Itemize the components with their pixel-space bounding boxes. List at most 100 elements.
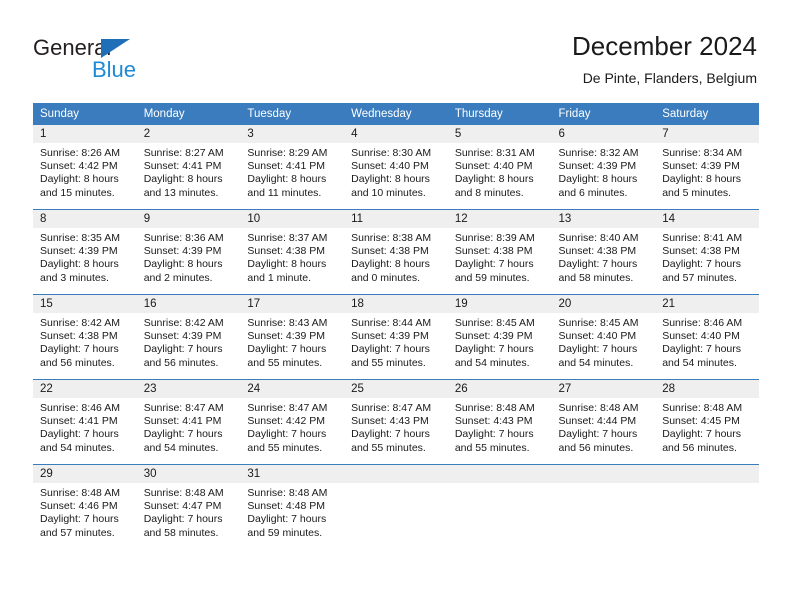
day-cell-inner: 12 Sunrise: 8:39 AM Sunset: 4:38 PM Dayligh… bbox=[447, 210, 552, 294]
day-number: 27 bbox=[551, 380, 656, 398]
calendar-day-cell[interactable]: 3 Sunrise: 8:29 AM Sunset: 4:41 PM Daylight… bbox=[240, 125, 345, 210]
calendar-day-cell[interactable] bbox=[344, 464, 448, 549]
calendar-day-cell[interactable]: 31 Sunrise: 8:48 AM Sunset: 4:48 PM Dayligh… bbox=[240, 464, 345, 549]
day-number: 20 bbox=[551, 295, 656, 313]
calendar-day-cell[interactable]: 8 Sunrise: 8:35 AM Sunset: 4:39 PM Daylight… bbox=[33, 209, 137, 295]
calendar-day-cell[interactable]: 12 Sunrise: 8:39 AM Sunset: 4:38 PM Dayligh… bbox=[447, 209, 552, 295]
calendar-day-cell[interactable]: 24 Sunrise: 8:47 AM Sunset: 4:42 PM Dayligh… bbox=[240, 379, 345, 465]
daylight-text-line1: Daylight: 8 hours bbox=[40, 258, 119, 271]
calendar-day-cell[interactable]: 25 Sunrise: 8:47 AM Sunset: 4:43 PM Dayligh… bbox=[344, 379, 448, 465]
day-cell-inner: 14 Sunrise: 8:41 AM Sunset: 4:38 PM Dayligh… bbox=[655, 210, 759, 294]
daylight-text-line1: Daylight: 7 hours bbox=[454, 258, 534, 271]
day-details: Sunrise: 8:30 AM Sunset: 4:40 PM Daylight:… bbox=[344, 143, 448, 200]
calendar-day-cell[interactable]: 19 Sunrise: 8:45 AM Sunset: 4:39 PM Dayligh… bbox=[447, 294, 552, 380]
logo-triangle-icon bbox=[101, 39, 130, 58]
daylight-text-line1: Daylight: 7 hours bbox=[40, 513, 119, 526]
calendar-day-cell[interactable]: 17 Sunrise: 8:43 AM Sunset: 4:39 PM Dayligh… bbox=[240, 294, 345, 380]
calendar-day-cell[interactable]: 13 Sunrise: 8:40 AM Sunset: 4:38 PM Dayligh… bbox=[551, 209, 656, 295]
calendar-day-cell[interactable]: 11 Sunrise: 8:38 AM Sunset: 4:38 PM Dayligh… bbox=[344, 209, 448, 295]
calendar-day-cell[interactable] bbox=[655, 464, 759, 549]
calendar-day-cell[interactable]: 20 Sunrise: 8:45 AM Sunset: 4:40 PM Dayligh… bbox=[551, 294, 656, 380]
weekday-header-thursday: Thursday bbox=[447, 103, 552, 125]
calendar-day-cell[interactable]: 23 Sunrise: 8:47 AM Sunset: 4:41 PM Dayligh… bbox=[136, 379, 241, 465]
calendar-page: General Blue December 2024 De Pinte, Fla… bbox=[0, 0, 792, 612]
day-cell-inner bbox=[344, 465, 448, 549]
daylight-text-line1: Daylight: 7 hours bbox=[662, 428, 742, 441]
day-cell-inner: 21 Sunrise: 8:46 AM Sunset: 4:40 PM Dayligh… bbox=[655, 295, 759, 379]
day-details: Sunrise: 8:48 AM Sunset: 4:46 PM Daylight:… bbox=[33, 483, 137, 540]
sunset-text: Sunset: 4:38 PM bbox=[662, 245, 740, 258]
general-blue-logo: General Blue bbox=[33, 36, 223, 84]
calendar-day-cell[interactable]: 5 Sunrise: 8:31 AM Sunset: 4:40 PM Daylight… bbox=[447, 125, 552, 210]
day-details: Sunrise: 8:43 AM Sunset: 4:39 PM Daylight:… bbox=[240, 313, 344, 370]
calendar-day-cell[interactable]: 6 Sunrise: 8:32 AM Sunset: 4:39 PM Daylight… bbox=[551, 125, 656, 210]
sunrise-text: Sunrise: 8:48 AM bbox=[40, 487, 120, 499]
sunset-text: Sunset: 4:41 PM bbox=[143, 415, 222, 428]
sunset-text: Sunset: 4:47 PM bbox=[143, 500, 222, 513]
daylight-text-line2: and 57 minutes. bbox=[40, 526, 115, 539]
day-number: 1 bbox=[33, 125, 137, 143]
calendar-day-cell[interactable]: 15 Sunrise: 8:42 AM Sunset: 4:38 PM Dayligh… bbox=[33, 294, 137, 380]
sunset-text: Sunset: 4:40 PM bbox=[351, 160, 429, 173]
day-details: Sunrise: 8:38 AM Sunset: 4:38 PM Daylight:… bbox=[344, 228, 448, 285]
calendar-day-cell[interactable]: 22 Sunrise: 8:46 AM Sunset: 4:41 PM Dayligh… bbox=[33, 379, 137, 465]
sunrise-text: Sunrise: 8:41 AM bbox=[662, 232, 743, 244]
calendar-day-cell[interactable]: 26 Sunrise: 8:48 AM Sunset: 4:43 PM Dayligh… bbox=[447, 379, 552, 465]
daylight-text-line2: and 1 minute. bbox=[247, 271, 312, 284]
daylight-text-line1: Daylight: 7 hours bbox=[40, 343, 119, 356]
day-details: Sunrise: 8:29 AM Sunset: 4:41 PM Daylight:… bbox=[240, 143, 344, 200]
day-number: 22 bbox=[33, 380, 137, 398]
calendar-day-cell[interactable]: 30 Sunrise: 8:48 AM Sunset: 4:47 PM Dayligh… bbox=[136, 464, 241, 549]
sunset-text: Sunset: 4:39 PM bbox=[247, 330, 326, 343]
calendar-day-cell[interactable]: 16 Sunrise: 8:42 AM Sunset: 4:39 PM Dayligh… bbox=[136, 294, 241, 380]
calendar-day-cell[interactable]: 4 Sunrise: 8:30 AM Sunset: 4:40 PM Daylight… bbox=[344, 125, 448, 210]
sunset-text: Sunset: 4:39 PM bbox=[454, 330, 533, 343]
day-details bbox=[552, 483, 656, 487]
calendar-day-cell[interactable]: 10 Sunrise: 8:37 AM Sunset: 4:38 PM Dayligh… bbox=[240, 209, 345, 295]
day-cell-inner: 23 Sunrise: 8:47 AM Sunset: 4:41 PM Dayligh… bbox=[136, 380, 241, 464]
calendar-day-cell[interactable]: 9 Sunrise: 8:36 AM Sunset: 4:39 PM Daylight… bbox=[136, 209, 241, 295]
sunrise-text: Sunrise: 8:47 AM bbox=[247, 402, 328, 414]
calendar-day-cell[interactable]: 28 Sunrise: 8:48 AM Sunset: 4:45 PM Dayligh… bbox=[655, 379, 759, 465]
calendar-day-cell[interactable]: 18 Sunrise: 8:44 AM Sunset: 4:39 PM Dayligh… bbox=[344, 294, 448, 380]
page-header: General Blue December 2024 De Pinte, Fla… bbox=[0, 0, 792, 98]
calendar-day-cell[interactable]: 2 Sunrise: 8:27 AM Sunset: 4:41 PM Daylight… bbox=[136, 125, 241, 210]
day-details: Sunrise: 8:35 AM Sunset: 4:39 PM Daylight:… bbox=[33, 228, 137, 285]
day-number: 15 bbox=[33, 295, 137, 313]
calendar-day-cell[interactable]: 7 Sunrise: 8:34 AM Sunset: 4:39 PM Daylight… bbox=[655, 125, 759, 210]
calendar-day-cell[interactable]: 14 Sunrise: 8:41 AM Sunset: 4:38 PM Dayligh… bbox=[655, 209, 759, 295]
day-number bbox=[551, 465, 656, 483]
day-details bbox=[655, 483, 759, 487]
day-number: 25 bbox=[344, 380, 448, 398]
calendar-day-cell[interactable] bbox=[551, 464, 656, 549]
sunset-text: Sunset: 4:39 PM bbox=[351, 330, 429, 343]
calendar-day-cell[interactable]: 21 Sunrise: 8:46 AM Sunset: 4:40 PM Dayligh… bbox=[655, 294, 759, 380]
day-number: 4 bbox=[344, 125, 448, 143]
daylight-text-line1: Daylight: 7 hours bbox=[454, 343, 534, 356]
daylight-text-line2: and 56 minutes. bbox=[558, 441, 634, 454]
daylight-text-line1: Daylight: 8 hours bbox=[351, 173, 430, 186]
daylight-text-line2: and 55 minutes. bbox=[454, 441, 530, 454]
day-number: 23 bbox=[136, 380, 241, 398]
calendar-day-cell[interactable]: 27 Sunrise: 8:48 AM Sunset: 4:44 PM Dayligh… bbox=[551, 379, 656, 465]
day-number: 24 bbox=[240, 380, 345, 398]
daylight-text-line2: and 54 minutes. bbox=[454, 356, 530, 369]
daylight-text-line2: and 11 minutes. bbox=[247, 186, 322, 199]
day-cell-inner: 24 Sunrise: 8:47 AM Sunset: 4:42 PM Dayligh… bbox=[240, 380, 345, 464]
day-number: 21 bbox=[655, 295, 759, 313]
daylight-text-line2: and 56 minutes. bbox=[662, 441, 737, 454]
day-number: 5 bbox=[447, 125, 552, 143]
calendar-day-cell[interactable]: 1 Sunrise: 8:26 AM Sunset: 4:42 PM Daylight… bbox=[33, 125, 137, 210]
daylight-text-line2: and 55 minutes. bbox=[247, 441, 323, 454]
calendar-day-cell[interactable] bbox=[447, 464, 552, 549]
day-cell-inner: 1 Sunrise: 8:26 AM Sunset: 4:42 PM Daylight… bbox=[33, 125, 137, 209]
sunrise-text: Sunrise: 8:40 AM bbox=[558, 232, 639, 244]
calendar-day-cell[interactable]: 29 Sunrise: 8:48 AM Sunset: 4:46 PM Dayligh… bbox=[33, 464, 137, 549]
day-number: 13 bbox=[551, 210, 656, 228]
sunrise-text: Sunrise: 8:45 AM bbox=[558, 317, 639, 329]
weekday-header-friday: Friday bbox=[551, 103, 656, 125]
sunrise-text: Sunrise: 8:32 AM bbox=[558, 147, 639, 159]
calendar-week-row: 15 Sunrise: 8:42 AM Sunset: 4:38 PM Dayligh… bbox=[33, 294, 759, 380]
day-cell-inner: 13 Sunrise: 8:40 AM Sunset: 4:38 PM Dayligh… bbox=[551, 210, 656, 294]
day-details bbox=[344, 483, 448, 487]
